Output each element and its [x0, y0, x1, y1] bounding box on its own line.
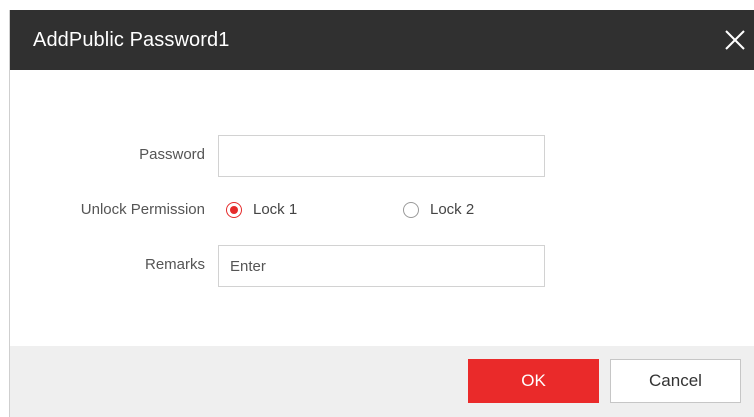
- add-password-dialog: AddPublic Password1 Password Unlock Perm…: [9, 10, 754, 417]
- close-icon[interactable]: [724, 29, 746, 51]
- remarks-field[interactable]: [218, 245, 545, 287]
- password-field[interactable]: [218, 135, 545, 177]
- dialog-titlebar: AddPublic Password1: [10, 10, 754, 70]
- remarks-label: Remarks: [144, 256, 205, 273]
- cancel-button[interactable]: Cancel: [610, 359, 741, 403]
- dialog-title: AddPublic Password1: [33, 29, 230, 51]
- radio-lock-1[interactable]: Lock 1: [226, 201, 297, 218]
- unlock-permission-label: Unlock Permission: [80, 201, 205, 218]
- radio-lock-2[interactable]: Lock 2: [403, 201, 474, 218]
- radio-lock-2-label: Lock 2: [430, 201, 475, 218]
- radio-checked-icon: [226, 201, 242, 218]
- ok-button[interactable]: OK: [468, 359, 599, 403]
- radio-unchecked-icon: [403, 201, 419, 218]
- radio-lock-1-label: Lock 1: [253, 201, 298, 218]
- password-label: Password: [139, 146, 205, 163]
- dialog-footer: OK Cancel: [10, 346, 754, 417]
